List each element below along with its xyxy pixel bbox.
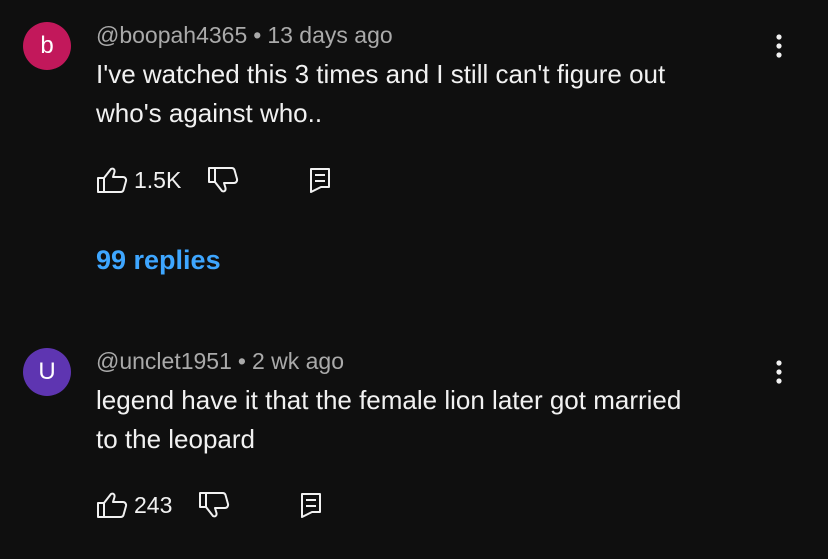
comment-meta: @boopah4365 • 13 days ago: [96, 22, 393, 49]
view-replies-link[interactable]: 99 replies: [96, 245, 221, 276]
comment-text: I've watched this 3 times and I still ca…: [96, 55, 776, 133]
thumbs-up-icon: [97, 492, 128, 518]
comment-text-line: who's against who..: [96, 98, 323, 128]
dislike-button[interactable]: [207, 166, 239, 194]
like-count: 243: [134, 491, 173, 518]
comment-text: legend have it that the female lion late…: [96, 381, 776, 459]
reply-icon: [310, 168, 331, 193]
more-vert-icon: [776, 360, 782, 384]
more-options-button[interactable]: [764, 352, 794, 392]
comment-time[interactable]: 13 days ago: [267, 22, 392, 48]
like-button[interactable]: 243: [96, 491, 172, 519]
thumbs-down-icon: [199, 492, 230, 518]
avatar[interactable]: U: [23, 348, 71, 396]
like-button[interactable]: 1.5K: [96, 166, 181, 194]
comment-text-line: legend have it that the female lion late…: [96, 385, 682, 415]
reply-button[interactable]: [300, 492, 322, 518]
thumbs-up-icon: [97, 167, 128, 193]
meta-separator: •: [253, 22, 262, 48]
reply-icon: [301, 493, 322, 518]
comment-meta: @unclet1951 • 2 wk ago: [96, 348, 344, 375]
avatar[interactable]: b: [23, 22, 71, 70]
author-handle[interactable]: @boopah4365: [96, 22, 247, 48]
dislike-button[interactable]: [198, 491, 230, 519]
avatar-letter: b: [40, 32, 54, 59]
meta-separator: •: [237, 348, 246, 374]
comment-text-line: to the leopard: [96, 424, 256, 454]
avatar-letter: U: [38, 358, 56, 385]
like-count: 1.5K: [134, 166, 182, 193]
comment-time[interactable]: 2 wk ago: [252, 348, 344, 374]
more-vert-icon: [776, 34, 782, 58]
thumbs-down-icon: [208, 167, 239, 193]
more-options-button[interactable]: [764, 26, 794, 66]
reply-button[interactable]: [309, 167, 331, 193]
comment-actions: 1.5K: [96, 162, 331, 198]
author-handle[interactable]: @unclet1951: [96, 348, 232, 374]
comment-actions: 243: [96, 487, 322, 523]
comment-text-line: I've watched this 3 times and I still ca…: [96, 59, 666, 89]
